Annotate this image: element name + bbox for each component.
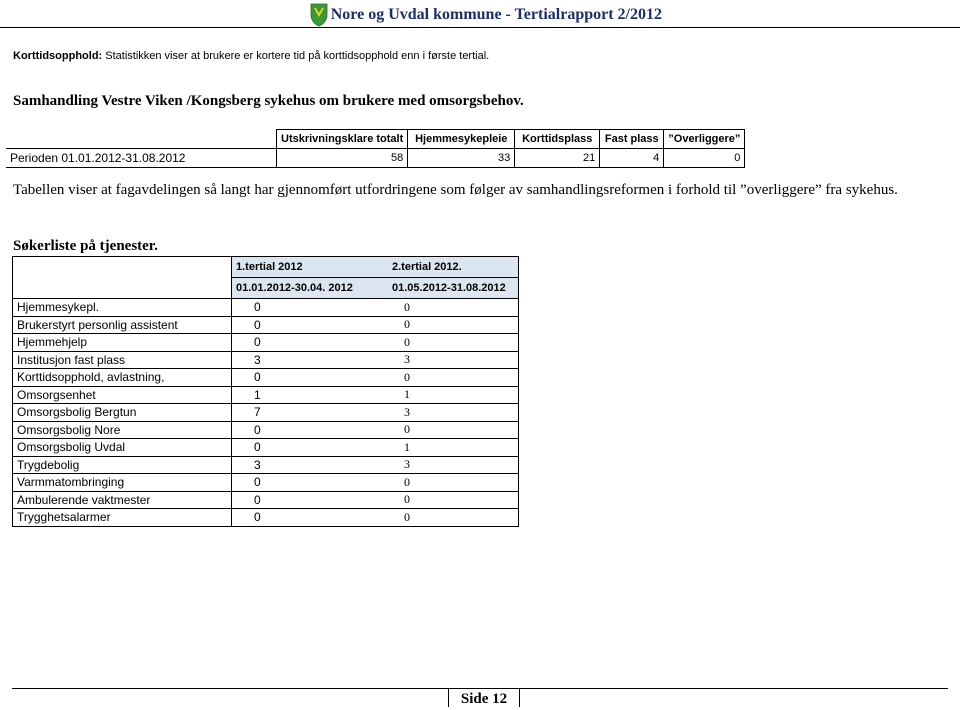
samhandling-corner <box>6 129 277 149</box>
municipality-crest-icon <box>310 3 328 27</box>
table-row: Hjemmesykepl. 0 0 <box>12 298 519 317</box>
tertial-2-value: 0 <box>388 333 519 352</box>
row-label: Institusjon fast plass <box>12 350 232 369</box>
table-row: Omsorgsenhet 1 1 <box>12 385 519 404</box>
table-row: Trygdebolig 3 3 <box>12 455 519 474</box>
row-label: Hjemmesykepl. <box>12 298 232 317</box>
col-hjemmesykepleie: Hjemmesykepleie <box>407 129 516 149</box>
col-fast-plass: Fast plass <box>599 129 665 149</box>
header-divider <box>0 27 960 28</box>
row-label: Omsorgsbolig Nore <box>12 420 232 439</box>
tertial-1-value: 7 <box>231 403 388 422</box>
sokerliste-heading: Søkerliste på tjenester. <box>13 238 158 254</box>
tertial-2-value: 0 <box>388 473 519 492</box>
tertial-1-value: 0 <box>231 490 388 509</box>
tertial-1-value: 0 <box>231 508 388 527</box>
col-1-tertial-period: 01.01.2012-30.04. 2012 <box>231 277 388 299</box>
value-overliggere: 0 <box>663 148 746 168</box>
page-header: Nore og Uvdal kommune - Tertialrapport 2… <box>310 2 662 28</box>
col-2-tertial-title: 2.tertial 2012. <box>388 256 519 278</box>
tertial-1-value: 0 <box>231 420 388 439</box>
tertial-1-value: 0 <box>231 333 388 352</box>
tertial-2-value: 3 <box>388 350 519 369</box>
value-utskrivningsklare: 58 <box>275 148 409 168</box>
tertial-1-value: 0 <box>231 368 388 387</box>
col-overliggere: ”Overliggere” <box>663 129 746 149</box>
table-row: Varmmatombringing 0 0 <box>12 473 519 492</box>
tertial-1-value: 1 <box>231 385 388 404</box>
row-label: Ambulerende vaktmester <box>12 490 232 509</box>
tertial-2-value: 1 <box>388 438 519 457</box>
tertial-2-value: 1 <box>388 385 519 404</box>
value-fast-plass: 4 <box>599 148 665 168</box>
sokerliste-body: Hjemmesykepl. 0 0 Brukerstyrt personlig ass… <box>12 298 519 527</box>
row-label: Omsorgsbolig Bergtun <box>12 403 232 422</box>
row-label: Trygghetsalarmer <box>12 508 232 527</box>
samhandling-data-row: Perioden 01.01.2012-31.08.2012 58 33 21 … <box>6 148 746 168</box>
samhandling-header-row: Utskrivningsklare totalt Hjemmesykepleie… <box>6 129 746 149</box>
tertial-1-value: 0 <box>231 315 388 334</box>
sokerliste-header-row: 1.tertial 2012 2.tertial 2012. <box>12 256 519 299</box>
tertial-2-value: 0 <box>388 368 519 387</box>
table-row: Omsorgsbolig Uvdal 0 1 <box>12 438 519 457</box>
table-row: Ambulerende vaktmester 0 0 <box>12 490 519 509</box>
table-row: Korttidsopphold, avlastning, 0 0 <box>12 368 519 387</box>
tertial-2-value: 3 <box>388 455 519 474</box>
tertial-1-value: 0 <box>231 298 388 317</box>
tertial-2-value: 0 <box>388 298 519 317</box>
value-korttidsplass: 21 <box>514 148 601 168</box>
table-row: Trygghetsalarmer 0 0 <box>12 508 519 527</box>
tertial-2-value: 0 <box>388 315 519 334</box>
table-row: Omsorgsbolig Bergtun 7 3 <box>12 403 519 422</box>
sokerliste-corner <box>12 256 232 299</box>
sokerliste-table: 1.tertial 2012 2.tertial 2012. 01.01.201… <box>12 256 519 527</box>
value-hjemmesykepleie: 33 <box>407 148 516 168</box>
row-label: Omsorgsenhet <box>12 385 232 404</box>
table-row: Hjemmehjelp 0 0 <box>12 333 519 352</box>
table-row: Omsorgsbolig Nore 0 0 <box>12 420 519 439</box>
row-label: Trygdebolig <box>12 455 232 474</box>
col-utskrivningsklare: Utskrivningsklare totalt <box>275 129 409 149</box>
row-label-perioden: Perioden 01.01.2012-31.08.2012 <box>6 148 277 168</box>
page-number: Side 12 <box>448 688 520 707</box>
col-korttidsplass: Korttidsplass <box>514 129 601 149</box>
tertial-2-value: 0 <box>388 508 519 527</box>
table-row: Brukerstyrt personlig assistent 0 0 <box>12 315 519 334</box>
tertial-2-value: 0 <box>388 420 519 439</box>
row-label: Omsorgsbolig Uvdal <box>12 438 232 457</box>
tertial-2-value: 0 <box>388 490 519 509</box>
note-text: Statistikken viser at brukere er kortere… <box>102 50 490 62</box>
korttidsopphold-note: Korttidsopphold: Statistikken viser at b… <box>13 50 489 62</box>
col-2-tertial-period: 01.05.2012-31.08.2012 <box>388 277 519 299</box>
row-label: Varmmatombringing <box>12 473 232 492</box>
row-label: Brukerstyrt personlig assistent <box>12 315 232 334</box>
tertial-2-value: 3 <box>388 403 519 422</box>
tertial-1-value: 3 <box>231 455 388 474</box>
table-row: Institusjon fast plass 3 3 <box>12 350 519 369</box>
samhandling-table: Utskrivningsklare totalt Hjemmesykepleie… <box>6 129 746 168</box>
note-label: Korttidsopphold: <box>13 50 103 62</box>
samhandling-heading: Samhandling Vestre Viken /Kongsberg syke… <box>13 93 524 109</box>
tertial-1-value: 0 <box>231 438 388 457</box>
header-title: Nore og Uvdal kommune - Tertialrapport 2… <box>330 6 662 23</box>
tertial-1-value: 0 <box>231 473 388 492</box>
body-paragraph: Tabellen viser at fagavdelingen så langt… <box>13 182 898 198</box>
row-label: Korttidsopphold, avlastning, <box>12 368 232 387</box>
row-label: Hjemmehjelp <box>12 333 232 352</box>
tertial-1-value: 3 <box>231 350 388 369</box>
col-1-tertial-title: 1.tertial 2012 <box>231 256 388 278</box>
